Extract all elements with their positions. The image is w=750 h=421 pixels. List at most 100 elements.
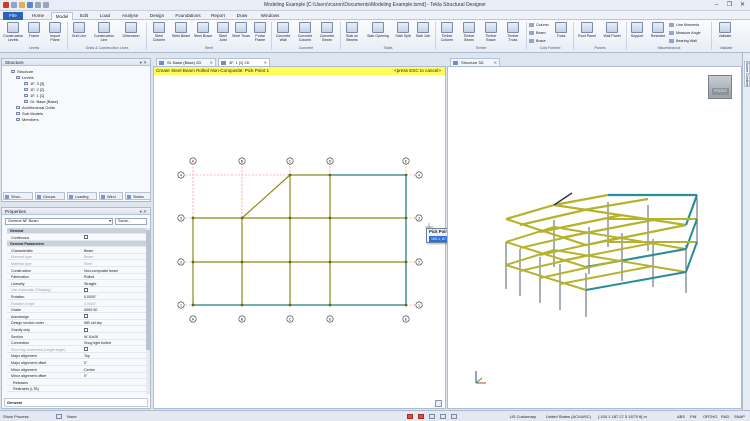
tree-item-base[interactable]: Gr. Base [Base] bbox=[24, 99, 58, 104]
portal-frame-button[interactable]: Portal Frame bbox=[251, 22, 269, 42]
node[interactable] bbox=[328, 303, 332, 307]
steel-brace-button[interactable]: Steel Brace bbox=[193, 22, 213, 38]
view-settings-icon[interactable] bbox=[435, 400, 442, 407]
property-row[interactable]: Connection Snug tight bolted bbox=[7, 340, 146, 347]
tab-model[interactable]: Model bbox=[51, 12, 73, 20]
property-row[interactable]: Grade A992 50 bbox=[7, 307, 146, 314]
checkbox-icon[interactable] bbox=[84, 314, 88, 319]
property-row[interactable]: Releases bbox=[7, 380, 146, 386]
property-row[interactable]: Rotation 0.0000° bbox=[7, 294, 146, 300]
minimize-button[interactable]: – bbox=[710, 0, 723, 10]
tab-report[interactable]: Report bbox=[207, 12, 229, 20]
tree-item-level-3[interactable]: 1F. 3 [3] bbox=[24, 81, 44, 86]
tree-item-architectural-grids[interactable]: Architectural Grids bbox=[16, 105, 55, 110]
same-select[interactable]: Same... bbox=[115, 218, 147, 225]
concrete-column-button[interactable]: Concrete Column bbox=[295, 22, 315, 42]
support-button[interactable]: Support bbox=[628, 22, 646, 38]
node[interactable] bbox=[328, 260, 332, 264]
panel-close-icon[interactable]: ▾ ✕ bbox=[140, 208, 147, 215]
property-row[interactable]: Fabrication Rolled bbox=[7, 274, 146, 281]
property-value[interactable]: Beam bbox=[84, 254, 93, 260]
checkbox-icon[interactable] bbox=[84, 287, 88, 292]
property-row[interactable]: Design section order WB old sky bbox=[7, 320, 146, 327]
tree-item-members[interactable]: Members bbox=[16, 117, 39, 122]
wall-panel-button[interactable]: Wall Panel bbox=[600, 22, 624, 38]
property-row[interactable]: Major alignment offset 0" bbox=[7, 360, 146, 366]
design-code-label[interactable]: United States (ACI/AISC) bbox=[546, 414, 591, 419]
warning-icon[interactable] bbox=[429, 414, 435, 419]
restraint-button[interactable]: Restraint bbox=[648, 22, 668, 38]
node[interactable] bbox=[240, 260, 244, 264]
cf-beam-item[interactable]: Beam bbox=[529, 31, 546, 36]
validate-button[interactable]: Validate bbox=[714, 22, 736, 38]
tab-analyse[interactable]: Analyse bbox=[118, 12, 142, 20]
tab-windows[interactable]: Windows bbox=[256, 12, 284, 20]
steel-beam-button[interactable]: Steel Beam bbox=[171, 22, 191, 38]
mode-snap[interactable]: SNAP bbox=[734, 414, 745, 419]
tab-wind[interactable]: Wind bbox=[99, 192, 123, 200]
steel-truss-button[interactable]: Steel Truss bbox=[232, 22, 250, 38]
property-checkbox[interactable] bbox=[84, 314, 88, 320]
doctab-base-2d[interactable]: St. Base (Base) 2D ✕ bbox=[156, 58, 216, 66]
concrete-beam-button[interactable]: Concrete Beam bbox=[317, 22, 337, 42]
maximize-button[interactable]: ❐ bbox=[723, 0, 736, 10]
view-cube[interactable]: FRONT bbox=[708, 75, 732, 99]
property-row[interactable]: General Parameters bbox=[7, 241, 146, 248]
property-value[interactable]: A992 50 bbox=[84, 307, 97, 313]
doctab-structure-3d[interactable]: Structure 3D ✕ bbox=[450, 58, 500, 66]
slab-join-button[interactable]: Slab Join bbox=[414, 22, 432, 38]
node[interactable] bbox=[328, 173, 332, 177]
units-label[interactable]: US Customary bbox=[510, 414, 536, 419]
doctab-level1-2d[interactable]: 3F. 1 [1] 2D ✕ bbox=[218, 58, 270, 66]
property-row[interactable]: Continuous bbox=[7, 235, 146, 241]
scene-content-tab[interactable]: Scene Content bbox=[744, 61, 750, 87]
panel-close-icon[interactable]: ▾ ✕ bbox=[140, 59, 147, 66]
grid-line-button[interactable]: Grid Line bbox=[69, 22, 89, 38]
property-row[interactable]: Use Automatic (Shaping) bbox=[7, 287, 146, 294]
property-row[interactable]: Element type Beam bbox=[7, 254, 146, 261]
cf-brace-item[interactable]: Brace bbox=[529, 39, 546, 44]
property-value[interactable]: Top bbox=[84, 353, 90, 359]
frame-button[interactable]: Frame bbox=[25, 22, 43, 38]
mode-abs[interactable]: ABS bbox=[677, 414, 685, 419]
property-value[interactable]: Snug tight bolted bbox=[84, 340, 111, 346]
message-icon[interactable] bbox=[451, 414, 457, 419]
property-row[interactable]: Rotation Angle 0.0000° bbox=[7, 301, 146, 307]
checkbox-icon[interactable] bbox=[84, 327, 88, 332]
property-value[interactable]: 0.0000° bbox=[84, 301, 96, 307]
property-value[interactable]: Straight bbox=[84, 281, 96, 287]
checkbox-icon[interactable] bbox=[84, 347, 88, 352]
structure-3d-view[interactable]: FRONT bbox=[447, 66, 742, 409]
node[interactable] bbox=[404, 216, 408, 220]
property-checkbox[interactable] bbox=[84, 327, 88, 333]
tree-item-sub-models[interactable]: Sub Models bbox=[16, 111, 43, 116]
properties-scrollbar[interactable] bbox=[146, 228, 150, 394]
node[interactable] bbox=[404, 260, 408, 264]
view-cube-front-face[interactable]: FRONT bbox=[712, 88, 729, 95]
tab-load[interactable]: Load bbox=[95, 12, 115, 20]
property-value[interactable]: Rolled bbox=[84, 274, 94, 280]
mode-fin[interactable]: FIN bbox=[690, 414, 696, 419]
construction-line-button[interactable]: Construction Line bbox=[91, 22, 117, 42]
node[interactable] bbox=[191, 260, 195, 264]
property-value[interactable]: 0" bbox=[84, 360, 87, 366]
tree-item-level-2[interactable]: 1F. 2 [2] bbox=[24, 87, 44, 92]
steel-column-button[interactable]: Steel Column bbox=[149, 22, 169, 42]
node[interactable] bbox=[191, 216, 195, 220]
property-row[interactable]: Restraints (LTB) bbox=[7, 386, 146, 393]
info-icon[interactable] bbox=[440, 414, 446, 419]
timber-column-button[interactable]: Timber Column bbox=[437, 22, 457, 42]
property-checkbox[interactable] bbox=[84, 235, 88, 241]
node[interactable] bbox=[191, 303, 195, 307]
tab-foundations[interactable]: Foundations bbox=[171, 12, 205, 20]
tree-item-level-1[interactable]: 1F. 1 [1] bbox=[24, 93, 44, 98]
property-checkbox[interactable] bbox=[84, 347, 88, 353]
node[interactable] bbox=[240, 303, 244, 307]
property-row[interactable]: Gravity only bbox=[7, 327, 146, 333]
tab-status[interactable]: Status bbox=[125, 192, 151, 200]
slab-split-button[interactable]: Slab Split bbox=[394, 22, 412, 38]
tab-home[interactable]: Home bbox=[27, 12, 49, 20]
error-icon[interactable] bbox=[418, 414, 424, 419]
property-row[interactable]: Minor alignment offset 0" bbox=[7, 373, 146, 380]
show-process-label[interactable]: Show Process bbox=[3, 414, 29, 419]
